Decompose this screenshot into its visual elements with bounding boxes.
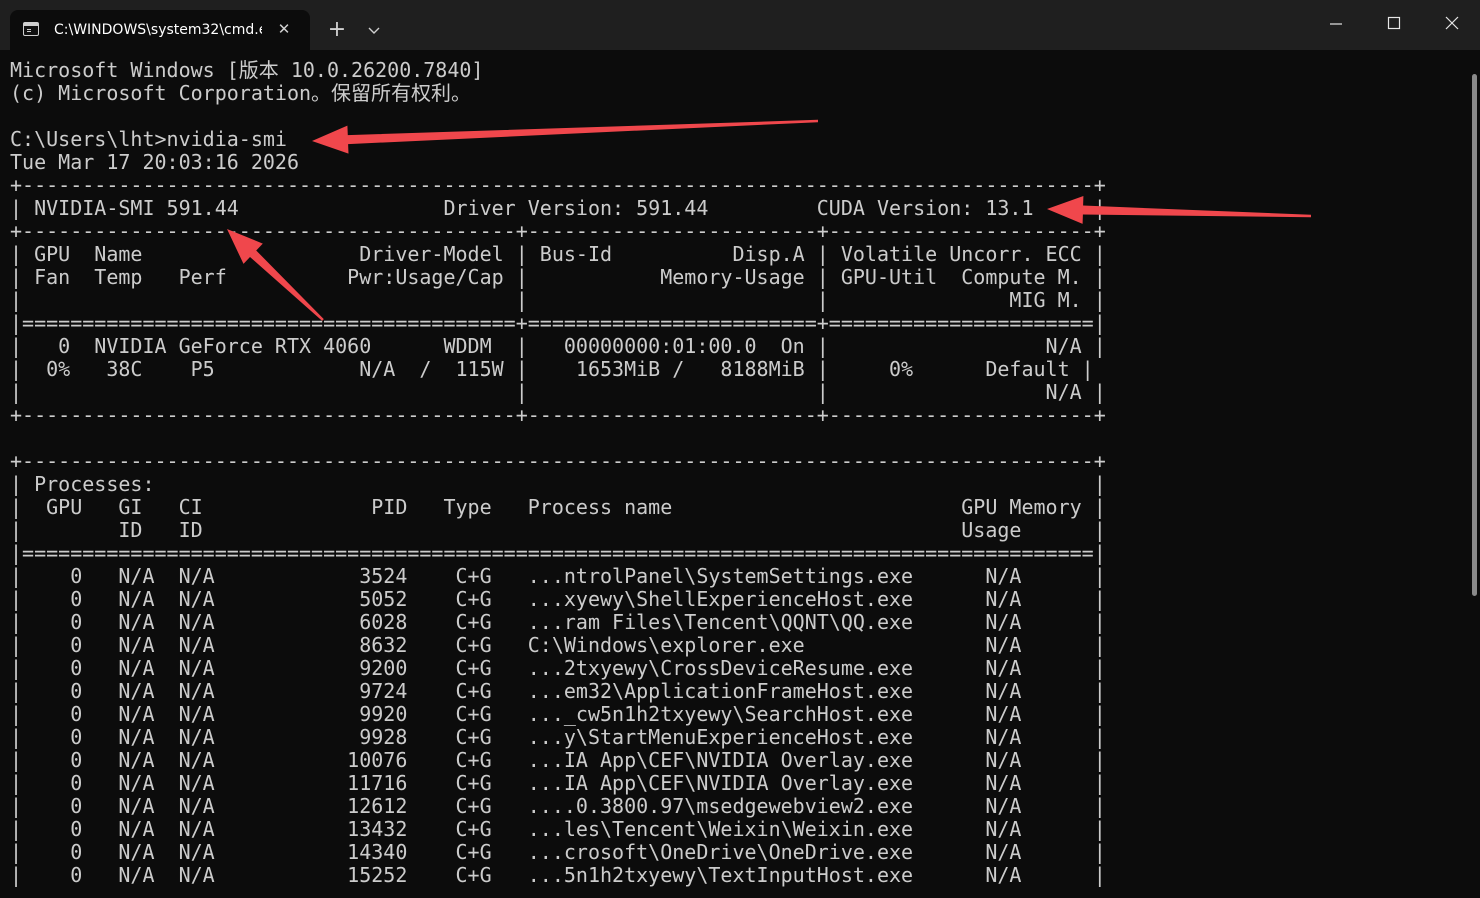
terminal-line: | 0 N/A N/A 14340 C+G ...crosoft\OneDriv…: [10, 840, 1106, 864]
terminal-line: | 0 N/A N/A 9928 C+G ...y\StartMenuExper…: [10, 725, 1106, 749]
terminal-line: | 0 N/A N/A 8632 C+G C:\Windows\explorer…: [10, 633, 1106, 657]
close-tab-icon[interactable]: ✕: [272, 16, 296, 42]
terminal-output[interactable]: Microsoft Windows [版本 10.0.26200.7840] (c…: [10, 59, 1106, 887]
terminal-line: | 0 N/A N/A 9920 C+G ..._cw5n1h2txyewy\S…: [10, 702, 1106, 726]
terminal-line: | 0 N/A N/A 13432 C+G ...les\Tencent\Wei…: [10, 817, 1106, 841]
terminal-line: | 0 N/A N/A 5052 C+G ...xyewy\ShellExper…: [10, 587, 1106, 611]
terminal-line: | 0 N/A N/A 6028 C+G ...ram Files\Tencen…: [10, 610, 1106, 634]
terminal-line: (c) Microsoft Corporation。保留所有权利。: [10, 81, 472, 105]
terminal-line: Tue Mar 17 20:03:16 2026: [10, 150, 299, 174]
chevron-down-icon[interactable]: [360, 17, 388, 45]
terminal-line: | 0 N/A N/A 12612 C+G ....0.3800.97\msed…: [10, 794, 1106, 818]
title-bar: C:\WINDOWS\system32\cmd.exe ✕ +: [0, 0, 1480, 50]
terminal-line: | 0% 38C P5 N/A / 115W | 1653MiB / 8188M…: [10, 357, 1094, 381]
terminal-line: |=======================================…: [10, 541, 1106, 565]
terminal-line: | 0 N/A N/A 11716 C+G ...IA App\CEF\NVID…: [10, 771, 1106, 795]
terminal-line: +---------------------------------------…: [10, 173, 1106, 197]
terminal-line: | 0 N/A N/A 3524 C+G ...ntrolPanel\Syste…: [10, 564, 1106, 588]
terminal-line: +---------------------------------------…: [10, 403, 1106, 427]
maximize-button[interactable]: [1366, 0, 1422, 46]
terminal-line: | 0 N/A N/A 9200 C+G ...2txyewy\CrossDev…: [10, 656, 1106, 680]
new-tab-icon[interactable]: +: [322, 14, 352, 46]
terminal-line: Microsoft Windows [版本 10.0.26200.7840]: [10, 58, 484, 82]
minimize-icon: [1330, 23, 1342, 25]
tab-title: C:\WINDOWS\system32\cmd.exe: [54, 22, 262, 38]
terminal-line: | 0 N/A N/A 9724 C+G ...em32\Application…: [10, 679, 1106, 703]
terminal-line: | ID ID Usage |: [10, 518, 1106, 542]
minimize-button[interactable]: [1308, 0, 1364, 46]
terminal-line: | 0 NVIDIA GeForce RTX 4060 WDDM | 00000…: [10, 334, 1106, 358]
console-icon: [23, 22, 39, 36]
terminal-line: |=======================================…: [10, 311, 1106, 335]
terminal-line: | NVIDIA-SMI 591.44 Driver Version: 591.…: [10, 196, 1106, 220]
terminal-line: C:\Users\lht>nvidia-smi: [10, 127, 287, 151]
vertical-scrollbar[interactable]: [1472, 74, 1477, 596]
close-icon: [1445, 16, 1459, 30]
terminal-line: | Processes: |: [10, 472, 1106, 496]
terminal-line: | GPU Name Driver-Model | Bus-Id Disp.A …: [10, 242, 1106, 266]
terminal-line: | GPU GI CI PID Type Process name GPU Me…: [10, 495, 1106, 519]
terminal-line: +---------------------------------------…: [10, 219, 1106, 243]
terminal-line: | | | MIG M. |: [10, 288, 1106, 312]
terminal-line: | 0 N/A N/A 15252 C+G ...5n1h2txyewy\Tex…: [10, 863, 1106, 887]
terminal-line: | | | N/A |: [10, 380, 1106, 404]
terminal-tab[interactable]: C:\WINDOWS\system32\cmd.exe ✕: [10, 10, 310, 50]
terminal-line: | 0 N/A N/A 10076 C+G ...IA App\CEF\NVID…: [10, 748, 1106, 772]
terminal-line: +---------------------------------------…: [10, 449, 1106, 473]
maximize-icon: [1387, 16, 1401, 30]
terminal-line: | Fan Temp Perf Pwr:Usage/Cap | Memory-U…: [10, 265, 1106, 289]
close-window-button[interactable]: [1424, 0, 1480, 46]
